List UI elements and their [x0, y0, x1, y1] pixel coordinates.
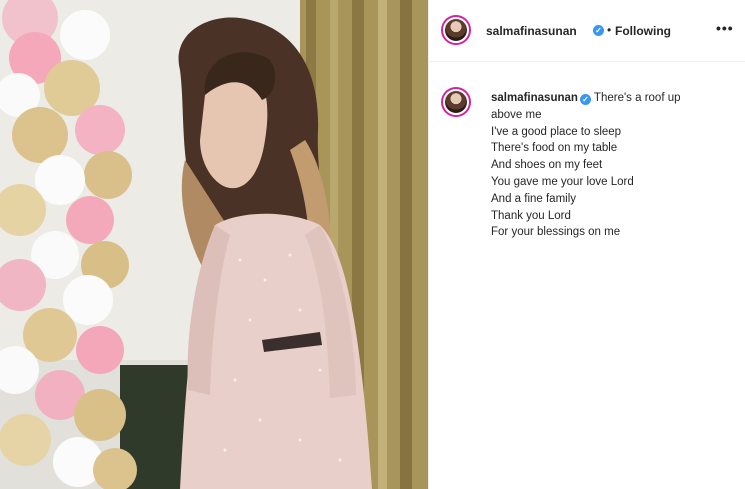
caption-username[interactable]: salmafinasunan — [491, 92, 578, 104]
caption-line: I've a good place to sleep — [491, 125, 622, 138]
caption-line: And shoes on my feet — [491, 159, 603, 172]
post-photo-illustration — [0, 0, 428, 489]
author-avatar[interactable] — [441, 15, 471, 45]
verified-badge-icon: ✓ — [579, 94, 591, 105]
caption-line: above me — [491, 108, 542, 121]
post-photo[interactable] — [0, 0, 428, 489]
post-caption: salmafinasunan ✓ There's a roof up above m… — [491, 90, 736, 241]
caption-line: Thank you Lord — [491, 209, 571, 222]
more-options-icon[interactable]: ••• — [716, 20, 734, 36]
post-header: salmafinasunan ✓ • Following ••• — [429, 0, 745, 62]
caption-author-avatar[interactable] — [441, 87, 471, 117]
post-side-panel: salmafinasunan ✓ • Following ••• salmafi… — [428, 0, 745, 489]
verified-badge-icon: ✓ — [593, 25, 604, 36]
following-button[interactable]: Following — [615, 24, 671, 38]
caption-line: And a fine family — [491, 192, 577, 205]
caption-first-line: There's a roof up — [593, 92, 681, 104]
caption-line: You gave me your love Lord — [491, 175, 634, 188]
caption-line: For your blessings on me — [491, 226, 621, 239]
author-username[interactable]: salmafinasunan — [486, 24, 577, 38]
header-separator: • — [607, 23, 612, 37]
caption-line: There's food on my table — [491, 142, 618, 155]
